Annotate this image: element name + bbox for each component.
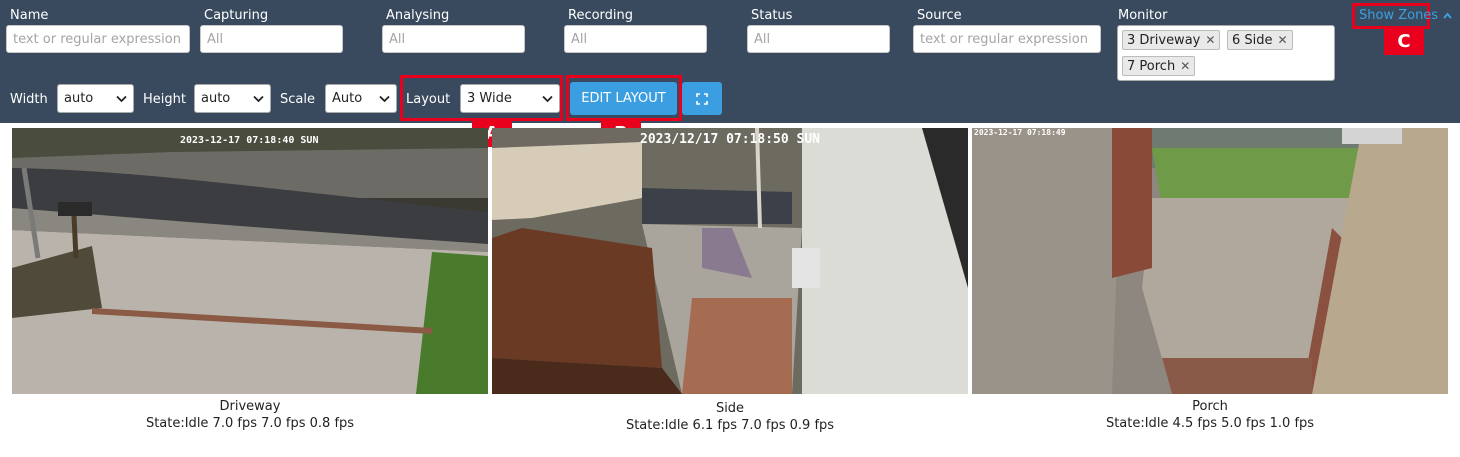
show-zones-link[interactable]: Show Zones: [1352, 3, 1452, 29]
annotation-badge-c: C: [1384, 29, 1424, 55]
remove-chip-icon[interactable]: ✕: [1278, 33, 1288, 47]
monitor-chip-label: 6 Side: [1232, 33, 1273, 48]
height-value: auto: [201, 91, 231, 106]
filter-toolbar: Name Capturing Analysing Recording Statu…: [0, 0, 1460, 123]
monitor-chip-label: 3 Driveway: [1127, 33, 1201, 48]
chevron-up-icon: [1443, 12, 1452, 19]
width-label: Width: [10, 92, 48, 107]
layout-label: Layout: [406, 92, 451, 107]
edit-layout-button[interactable]: EDIT LAYOUT: [570, 82, 677, 115]
camera-timestamp: 2023-12-17 07:18:40 SUN: [180, 135, 318, 146]
fullscreen-button[interactable]: [682, 82, 722, 115]
scale-value: Auto: [332, 91, 363, 106]
monitor-chip-label: 7 Porch: [1127, 59, 1176, 74]
remove-chip-icon[interactable]: ✕: [1205, 33, 1215, 47]
monitor-chip-side: 6 Side ✕: [1227, 30, 1293, 50]
monitor-name[interactable]: Driveway: [12, 398, 488, 415]
recording-filter-label: Recording: [568, 8, 634, 23]
show-zones-label: Show Zones: [1359, 8, 1439, 23]
monitor-feed-side[interactable]: 2023/12/17 07:18:50 SUN: [492, 128, 968, 394]
height-select[interactable]: auto: [194, 84, 271, 113]
status-filter-select[interactable]: [747, 25, 890, 53]
monitor-feed-porch[interactable]: 2023-12-17 07:18:49: [972, 128, 1448, 394]
recording-filter-select[interactable]: [564, 25, 707, 53]
name-filter-input[interactable]: [6, 25, 190, 53]
monitor-name[interactable]: Side: [492, 400, 968, 417]
status-filter-label: Status: [751, 8, 793, 23]
monitor-status: State:Idle 7.0 fps 7.0 fps 0.8 fps: [145, 416, 355, 431]
width-value: auto: [64, 91, 94, 106]
camera-timestamp: 2023/12/17 07:18:50 SUN: [640, 132, 820, 147]
monitor-name[interactable]: Porch: [972, 398, 1448, 415]
chevron-down-icon: [542, 95, 553, 103]
layout-select[interactable]: 3 Wide: [460, 84, 560, 113]
monitor-filter-label: Monitor: [1118, 8, 1168, 23]
monitor-status: State:Idle 6.1 fps 7.0 fps 0.9 fps: [625, 418, 835, 433]
monitor-caption-side: Side State:Idle 6.1 fps 7.0 fps 0.9 fps: [492, 400, 968, 434]
camera-timestamp: 2023-12-17 07:18:49: [974, 128, 1066, 137]
remove-chip-icon[interactable]: ✕: [1180, 59, 1190, 73]
monitor-chip-driveway: 3 Driveway ✕: [1122, 30, 1221, 50]
chevron-down-icon: [253, 95, 264, 103]
source-filter-input[interactable]: [913, 25, 1101, 53]
chevron-down-icon: [379, 95, 390, 103]
chevron-down-icon: [116, 95, 127, 103]
capturing-filter-label: Capturing: [204, 8, 269, 23]
layout-value: 3 Wide: [467, 91, 512, 106]
width-select[interactable]: auto: [57, 84, 134, 113]
analysing-filter-label: Analysing: [386, 8, 450, 23]
name-filter-label: Name: [10, 8, 49, 23]
monitor-chip-porch: 7 Porch ✕: [1122, 56, 1196, 76]
scale-label: Scale: [280, 92, 315, 107]
fullscreen-icon: [696, 92, 708, 105]
analysing-filter-select[interactable]: [382, 25, 525, 53]
monitor-feed-driveway[interactable]: 2023-12-17 07:18:40 SUN: [12, 128, 488, 394]
scale-select[interactable]: Auto: [325, 84, 397, 113]
monitor-status: State:Idle 4.5 fps 5.0 fps 1.0 fps: [1105, 416, 1315, 431]
monitor-caption-driveway: Driveway State:Idle 7.0 fps 7.0 fps 0.8 …: [12, 398, 488, 432]
height-label: Height: [143, 92, 186, 107]
monitor-multiselect[interactable]: 3 Driveway ✕ 6 Side ✕ 7 Porch ✕: [1117, 25, 1335, 81]
source-filter-label: Source: [917, 8, 962, 23]
monitor-caption-porch: Porch State:Idle 4.5 fps 5.0 fps 1.0 fps: [972, 398, 1448, 432]
capturing-filter-select[interactable]: [200, 25, 343, 53]
